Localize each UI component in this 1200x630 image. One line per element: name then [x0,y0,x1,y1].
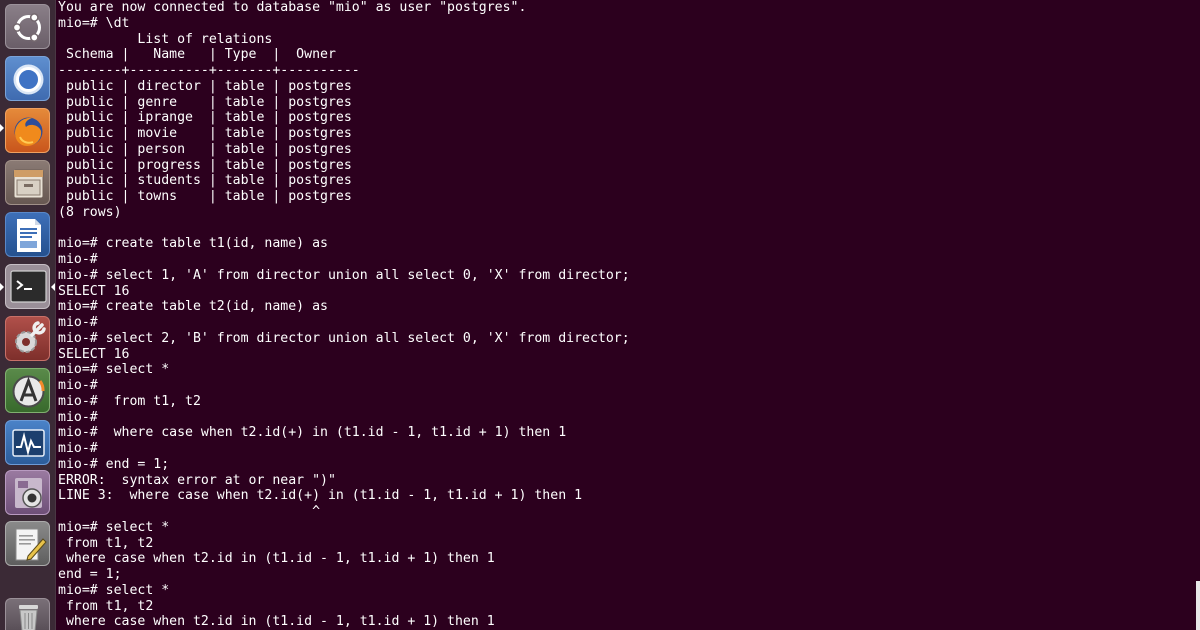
terminal-line: public | director | table | postgres [58,78,352,94]
system-monitor-icon[interactable] [5,420,50,465]
terminal-line: public | movie | table | postgres [58,126,352,141]
terminal-line: end = 1; [58,567,122,582]
terminal-line: SELECT 16 [58,346,130,362]
text-editor-icon[interactable] [5,521,50,566]
terminal-line: mio=# create table t2(id, name) as [58,299,328,315]
terminal-line: mio-# [58,252,98,267]
terminal-line: List of relations [58,31,273,47]
terminal-line: --------+----------+-------+---------- [58,63,360,78]
terminal-line: mio=# \dt [58,15,130,31]
trash-icon[interactable] [5,598,50,630]
terminal-running-indicator [0,283,4,291]
terminal-line: mio=# select * [58,582,170,598]
terminal-window[interactable]: You are now connected to database "mio" … [58,0,1200,630]
terminal-line: LINE 3: where case when t2.id(+) in (t1.… [58,488,583,504]
terminal-line: public | genre | table | postgres [58,94,352,110]
wrench-gear-icon[interactable] [5,316,50,361]
terminal-output[interactable]: You are now connected to database "mio" … [58,0,1200,630]
terminal-line: mio-# [58,409,98,425]
desktop: You are now connected to database "mio" … [0,0,1200,630]
terminal-line: public | progress | table | postgres [58,157,352,173]
terminal-line: SELECT 16 [58,283,130,299]
ubuntu-logo-icon[interactable] [5,4,50,49]
terminal-line: mio=# select * [58,362,170,378]
firefox-running-indicator [0,124,4,132]
terminal-line: mio-# select 2, 'B' from director union … [58,330,630,346]
software-updater-icon[interactable] [5,368,50,413]
terminal-line: public | students | table | postgres [58,173,352,189]
writer-document-icon[interactable] [5,212,50,257]
terminal-line: where case when t2.id in (t1.id - 1, t1.… [58,614,495,630]
terminal-line: where case when t2.id in (t1.id - 1, t1.… [58,551,495,567]
terminal-line: public | iprange | table | postgres [58,110,352,126]
terminal-line: (8 rows) [58,204,122,220]
terminal-line: ^ [58,504,321,519]
chromium-icon[interactable] [5,56,50,101]
terminal-line: mio-# select 1, 'A' from director union … [58,267,630,283]
terminal-line: mio-# from t1, t2 [58,393,201,409]
terminal-line: mio=# create table t1(id, name) as [58,236,328,252]
terminal-line: mio-# [58,441,98,456]
terminal-line: You are now connected to database "mio" … [58,0,527,15]
window-edge [1196,581,1200,630]
terminal-line: mio-# where case when t2.id(+) in (t1.id… [58,425,567,441]
terminal-line: mio-# [58,315,98,330]
terminal-icon[interactable] [5,264,50,309]
terminal-line: from t1, t2 [58,535,154,551]
terminal-line: mio-# end = 1; [58,456,170,472]
terminal-line: ERROR: syntax error at or near ")" [58,472,336,488]
unity-launcher [0,0,56,630]
terminal-active-indicator [51,283,55,291]
terminal-line: public | towns | table | postgres [58,189,352,204]
terminal-line: public | person | table | postgres [58,141,352,157]
file-cabinet-icon[interactable] [5,160,50,205]
terminal-line: mio=# select * [58,519,170,535]
terminal-line: from t1, t2 [58,598,154,614]
terminal-line: mio-# [58,378,98,393]
terminal-line: Schema | Name | Type | Owner [58,47,336,63]
firefox-icon[interactable] [5,108,50,153]
webcam-icon[interactable] [5,470,50,515]
